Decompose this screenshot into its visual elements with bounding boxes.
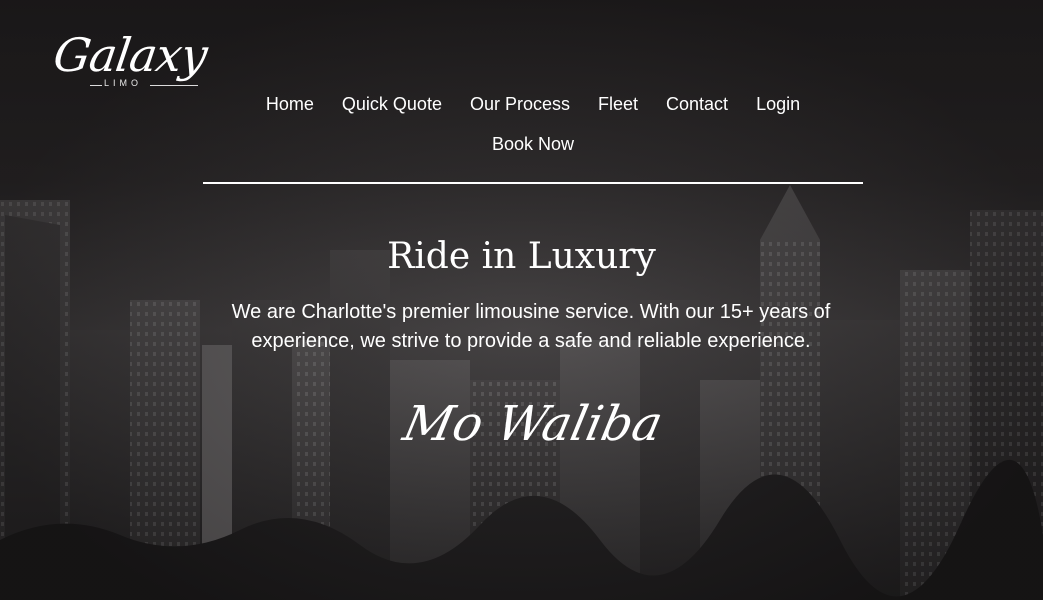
page: Galaxy LIMO Home Quick Quote Our Process…	[0, 0, 1043, 600]
owner-signature: Mo Waliba	[398, 396, 668, 452]
nav-item-fleet[interactable]: Fleet	[598, 94, 638, 115]
nav-divider	[203, 182, 863, 184]
logo-rule-left	[90, 85, 102, 86]
galaxy-limo-logo[interactable]: Galaxy LIMO	[50, 28, 210, 106]
logo-subtitle: LIMO	[104, 78, 143, 88]
nav-item-our-process[interactable]: Our Process	[470, 94, 570, 115]
nav-row-primary: Home Quick Quote Our Process Fleet Conta…	[203, 84, 863, 124]
nav-item-book-now[interactable]: Book Now	[492, 134, 574, 155]
nav-item-login[interactable]: Login	[756, 94, 800, 115]
hero-description: We are Charlotte's premier limousine ser…	[231, 301, 831, 352]
nav-item-quick-quote[interactable]: Quick Quote	[342, 94, 442, 115]
nav-item-contact[interactable]: Contact	[666, 94, 728, 115]
nav-item-home[interactable]: Home	[266, 94, 314, 115]
nav-row-secondary: Book Now	[203, 124, 863, 164]
hero-title: Ride in Luxury	[387, 236, 656, 277]
logo-wordmark: Galaxy	[50, 28, 211, 82]
logo-rule-right	[150, 85, 198, 86]
main-navigation: Home Quick Quote Our Process Fleet Conta…	[203, 84, 863, 164]
